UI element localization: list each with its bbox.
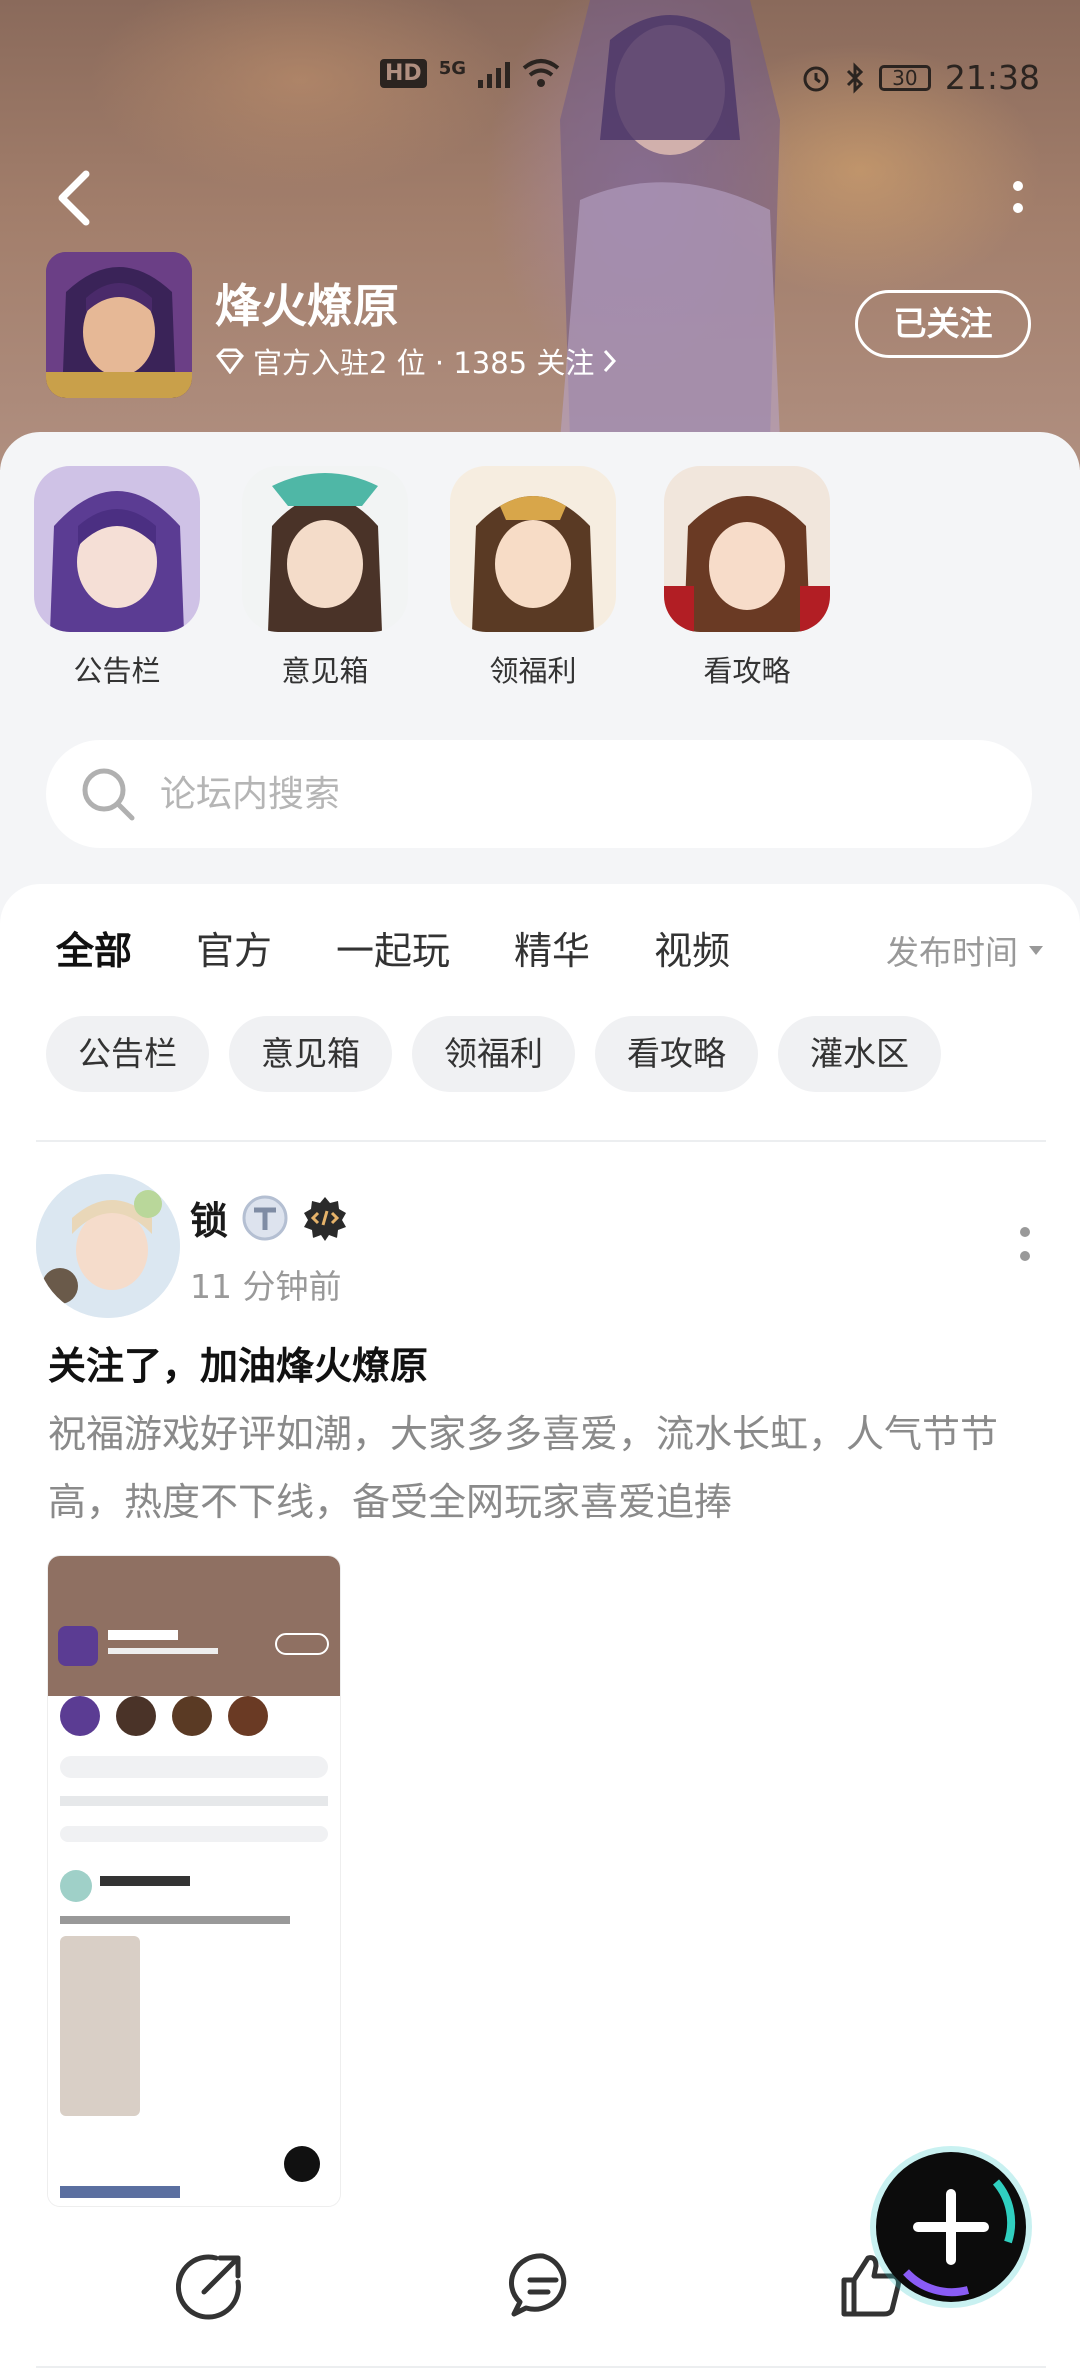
game-avatar-portrait	[46, 252, 192, 398]
caret-down-icon	[1029, 946, 1043, 955]
game-subtitle-text: 官方入驻2 位 · 1385 关注	[253, 346, 595, 380]
shortcut-label: 领福利	[489, 654, 577, 688]
more-options-button[interactable]	[1006, 180, 1030, 220]
status-bar-left: HD 5G	[380, 58, 560, 88]
shortcut-row: 公告栏 意见箱 领福利 看攻略	[0, 466, 1080, 706]
post-time: 11 分钟前	[190, 1267, 342, 1306]
create-post-fab[interactable]	[876, 2152, 1026, 2302]
chip-chat[interactable]: 灌水区	[778, 1016, 941, 1092]
game-avatar[interactable]	[46, 252, 192, 398]
alarm-icon	[803, 66, 829, 91]
shortcut-announcement[interactable]: 公告栏	[34, 466, 200, 690]
status-bar-right: 30 21:38	[801, 58, 1040, 97]
chip-guides[interactable]: 看攻略	[595, 1016, 758, 1092]
shortcut-feedback-image	[242, 466, 408, 632]
post-screenshot-image[interactable]	[48, 1556, 340, 2206]
game-subtitle-link[interactable]: 官方入驻2 位 · 1385 关注	[215, 340, 618, 382]
post-title[interactable]: 关注了，加油烽火燎原	[48, 1335, 428, 1390]
tab-all[interactable]: 全部	[56, 920, 132, 977]
post-body[interactable]: 祝福游戏好评如潮，大家多多喜爱，流水长虹，人气节节高，热度不下线，备受全网玩家喜…	[48, 1400, 1028, 1536]
wifi-icon	[522, 59, 560, 87]
follow-button[interactable]: 已关注	[855, 290, 1031, 358]
forum-search-bar[interactable]	[46, 740, 1032, 848]
shortcut-feedback[interactable]: 意见箱	[242, 466, 408, 690]
tab-video[interactable]: 视频	[654, 920, 730, 975]
bluetooth-icon	[846, 61, 864, 94]
sort-label: 发布时间	[886, 933, 1018, 972]
tab-featured[interactable]: 精华	[514, 920, 590, 975]
tab-play-together[interactable]: 一起玩	[336, 920, 450, 975]
chip-announcement[interactable]: 公告栏	[46, 1016, 209, 1092]
post-author[interactable]: 锁	[190, 1190, 348, 1245]
tab-official[interactable]: 官方	[196, 920, 272, 975]
subforum-chips: 公告栏 意见箱 领福利 看攻略 灌水区	[46, 1016, 941, 1092]
shortcut-rewards-image	[450, 466, 616, 632]
share-button[interactable]	[176, 2250, 246, 2320]
developer-badge-icon	[304, 1196, 347, 1241]
divider	[36, 2366, 1046, 2368]
chip-feedback[interactable]: 意见箱	[229, 1016, 392, 1092]
battery-icon: 30	[878, 64, 931, 91]
comment-button[interactable]	[508, 2250, 578, 2320]
post-author-name: 锁	[190, 1199, 229, 1243]
post-more-button[interactable]	[1018, 1226, 1032, 1266]
post-author-avatar[interactable]	[36, 1174, 180, 1318]
category-tabs: 全部 官方 一起玩 精华 视频	[56, 920, 794, 977]
network-type: 5G	[438, 58, 466, 79]
shortcut-label: 看攻略	[703, 654, 791, 688]
back-button[interactable]	[50, 168, 100, 228]
shortcut-guides-image	[664, 466, 830, 632]
shortcut-label: 意见箱	[281, 654, 369, 688]
hd-indicator: HD	[380, 58, 427, 88]
chip-rewards[interactable]: 领福利	[412, 1016, 575, 1092]
shortcut-announcement-image	[34, 466, 200, 632]
search-input[interactable]	[158, 772, 962, 816]
screenshot-thumbnail	[48, 1556, 340, 2206]
signal-icon	[478, 58, 510, 88]
level-badge-icon	[242, 1195, 288, 1240]
chevron-right-icon	[604, 349, 617, 373]
divider	[36, 1140, 1046, 1142]
sort-dropdown[interactable]: 发布时间	[886, 926, 1044, 974]
clock: 21:38	[944, 58, 1040, 97]
search-icon	[82, 768, 135, 821]
shortcut-label: 公告栏	[73, 654, 161, 688]
shortcut-rewards[interactable]: 领福利	[450, 466, 616, 690]
shortcut-guides[interactable]: 看攻略	[664, 466, 830, 690]
game-title: 烽火燎原	[215, 279, 399, 333]
diamond-icon	[216, 348, 244, 374]
plus-icon	[903, 2179, 1016, 2297]
